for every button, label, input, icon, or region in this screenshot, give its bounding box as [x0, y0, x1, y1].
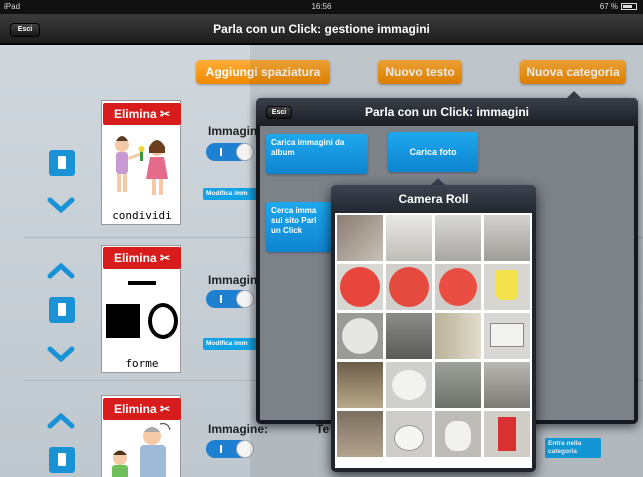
image-toggle[interactable] — [206, 143, 254, 161]
shape-circle — [148, 303, 178, 339]
modify-image-button[interactable]: Modifica imm — [203, 338, 257, 350]
scissors-icon: ✂ — [159, 107, 171, 121]
camera-roll-title: Camera Roll — [398, 192, 469, 206]
chevron-down-icon[interactable] — [47, 346, 75, 362]
shape-dash — [128, 281, 156, 285]
photo-thumbnail[interactable] — [337, 215, 383, 261]
battery-percent: 67 % — [599, 2, 618, 11]
people-illustration — [112, 423, 171, 477]
photo-thumbnail[interactable] — [435, 215, 481, 261]
photo-thumbnail[interactable] — [337, 313, 383, 359]
delete-button[interactable]: Elimina ✂ — [103, 398, 181, 420]
delete-button[interactable]: Elimina ✂ — [103, 247, 181, 269]
photo-thumbnail[interactable] — [386, 313, 432, 359]
search-site-button[interactable]: Cerca imma sul sito Parl un Click — [266, 202, 332, 252]
photo-thumbnail[interactable] — [337, 411, 383, 457]
photo-thumbnail[interactable] — [435, 264, 481, 310]
photo-thumbnail[interactable] — [484, 362, 530, 408]
share-illustration — [115, 136, 168, 195]
photo-thumbnail[interactable] — [484, 264, 530, 310]
card-word: condividi — [112, 209, 172, 222]
document-icon[interactable] — [49, 447, 75, 473]
image-toggle[interactable] — [206, 290, 254, 308]
delete-label: Elimina — [113, 251, 157, 265]
battery-icon — [621, 3, 637, 11]
page-title: Parla con un Click: gestione immagini — [213, 22, 430, 36]
photo-thumbnail[interactable] — [435, 411, 481, 457]
nav-bar: Esci Parla con un Click: gestione immagi… — [0, 14, 643, 44]
popover-header: Esci Parla con un Click: immagini — [256, 98, 638, 126]
card-word: forme — [125, 357, 159, 370]
photo-thumbnail[interactable] — [337, 264, 383, 310]
photo-thumbnail[interactable] — [386, 411, 432, 457]
delete-button[interactable]: Elimina ✂ — [103, 103, 181, 125]
chevron-up-icon[interactable] — [47, 413, 75, 429]
load-photo-button[interactable]: Carica foto — [388, 132, 478, 172]
document-icon[interactable] — [49, 150, 75, 176]
camera-roll-header: Camera Roll — [331, 185, 536, 213]
chevron-down-icon[interactable] — [47, 197, 75, 213]
scissors-icon: ✂ — [159, 251, 171, 265]
photo-thumbnail[interactable] — [435, 362, 481, 408]
delete-label: Elimina — [113, 107, 157, 121]
camera-roll-popover: Camera Roll — [331, 185, 536, 472]
scissors-icon: ✂ — [159, 402, 171, 416]
modify-image-button[interactable]: Modifica imm — [203, 188, 257, 200]
shape-square — [106, 304, 140, 338]
camera-roll-grid — [335, 213, 532, 468]
photo-thumbnail[interactable] — [484, 215, 530, 261]
image-toggle[interactable] — [206, 440, 254, 458]
photo-thumbnail[interactable] — [484, 411, 530, 457]
photo-thumbnail[interactable] — [386, 264, 432, 310]
photo-thumbnail[interactable] — [484, 313, 530, 359]
load-photo-label: Carica foto — [409, 147, 457, 157]
delete-label: Elimina — [113, 402, 157, 416]
load-album-button[interactable]: Carica immagini da album — [266, 134, 368, 174]
photo-thumbnail[interactable] — [386, 215, 432, 261]
photo-thumbnail[interactable] — [386, 362, 432, 408]
photo-thumbnail[interactable] — [435, 313, 481, 359]
clock: 16:56 — [311, 2, 332, 11]
photo-thumbnail[interactable] — [337, 362, 383, 408]
document-icon[interactable] — [49, 297, 75, 323]
status-bar: iPad 16:56 67 % — [0, 0, 643, 14]
popover-title: Parla con un Click: immagini — [364, 105, 530, 119]
chevron-up-icon[interactable] — [47, 263, 75, 279]
battery-status: 67 % — [600, 0, 637, 14]
